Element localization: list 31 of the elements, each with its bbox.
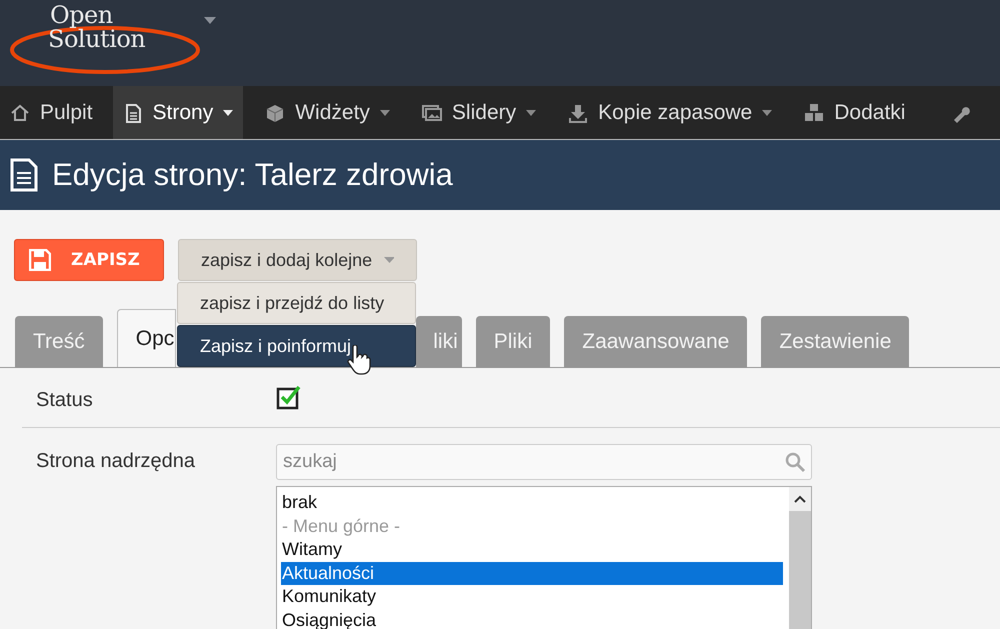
nav-item[interactable]: Slidery xyxy=(412,86,546,139)
page-icon xyxy=(10,158,38,192)
search-icon xyxy=(784,451,806,473)
list-option[interactable]: brak xyxy=(281,491,783,514)
save-options-dropdown[interactable]: zapisz i dodaj kolejne xyxy=(178,239,417,281)
menu-item[interactable]: zapisz i przejdź do listy xyxy=(177,282,416,324)
search-field[interactable]: szukaj xyxy=(276,444,812,480)
nav-item[interactable]: Dodatki xyxy=(794,86,916,139)
caret-icon[interactable] xyxy=(204,17,216,24)
parent-page-listbox[interactable]: brak - Menu górne - Witamy Aktualności Komunikaty Osiągnięcia xyxy=(276,486,812,629)
caret-icon xyxy=(384,257,394,263)
nav-icon xyxy=(568,102,588,122)
nav-item[interactable]: Pulpit xyxy=(0,86,103,139)
list-option[interactable]: Aktualności xyxy=(281,562,783,585)
scrollbar[interactable] xyxy=(789,487,811,629)
field-label: Strona nadrzędna xyxy=(36,450,196,473)
field-label: Status xyxy=(36,389,94,412)
nav-icon xyxy=(265,102,286,122)
page-title: Edycja strony: Talerz zdrowia xyxy=(52,157,453,193)
nav-item[interactable]: Strony xyxy=(112,86,244,139)
nav-item[interactable]: Widżety xyxy=(255,86,400,139)
nav-icon xyxy=(422,102,442,122)
list-option[interactable]: Komunikaty xyxy=(281,585,783,608)
tab[interactable]: Opc xyxy=(116,309,176,367)
menu-item[interactable]: Zapisz i poinformuj xyxy=(177,325,416,367)
nav-item[interactable]: Kopie zapasowe xyxy=(558,86,782,139)
chevron-up-icon[interactable] xyxy=(794,495,806,503)
list-option[interactable]: Witamy xyxy=(281,538,783,562)
nav-icon xyxy=(804,102,824,122)
nav-icon xyxy=(10,102,30,122)
list-option[interactable]: Osiągnięcia xyxy=(281,608,783,629)
